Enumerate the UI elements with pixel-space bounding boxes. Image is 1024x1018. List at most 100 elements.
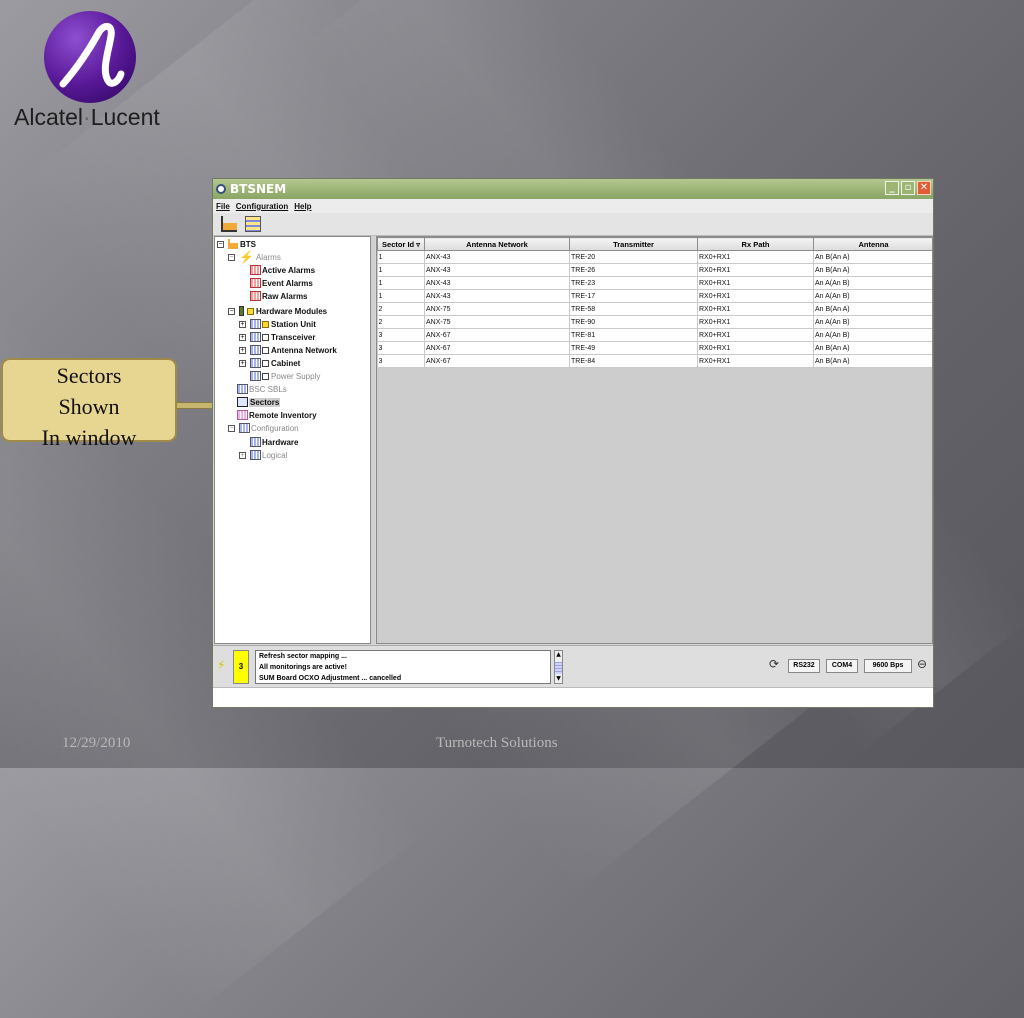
table-row[interactable]: 2 ANX-75 TRE-90 RX0+RX1 An A(An B) [377,315,932,329]
table-cell: RX0+RX1 [697,250,814,264]
maximize-button[interactable]: ▫ [901,181,915,195]
collapse-icon[interactable]: − [228,253,235,261]
grid-icon [250,291,261,301]
scroll-up-icon[interactable]: ▲ [555,651,562,659]
tree-item-bts[interactable]: − BTS [217,238,256,250]
tree-item-logical[interactable]: + Logical [239,449,287,461]
table-cell: RX0+RX1 [697,328,814,342]
grid-icon [250,358,261,368]
table-cell: An B(An A) [813,354,932,368]
tree-item-antenna-network[interactable]: + Antenna Network [239,344,337,356]
expand-icon[interactable]: + [239,359,246,367]
collapse-icon[interactable]: − [217,240,224,248]
close-button[interactable]: ✕ [917,181,931,195]
table-cell: TRE-26 [569,263,698,277]
log-line: Refresh sector mapping ... [259,653,347,660]
tree-item-hardware[interactable]: Hardware [250,436,298,448]
scroll-down-icon[interactable]: ▼ [555,675,562,683]
tree-item-cabinet[interactable]: + Cabinet [239,357,300,369]
table-row[interactable]: 3 ANX-67 TRE-84 RX0+RX1 An B(An A) [377,354,932,368]
table-cell: An A(An B) [813,315,932,329]
sectors-icon [237,397,248,407]
alarm-count-badge[interactable]: 3 [233,650,249,684]
expand-icon[interactable]: + [239,451,246,459]
tree-item-transceiver[interactable]: + Transceiver [239,331,315,343]
expand-icon[interactable]: + [239,333,246,341]
expand-icon[interactable]: + [239,346,246,354]
column-header-antenna-network[interactable]: Antenna Network [424,237,570,251]
status-box-icon [262,372,269,380]
app-icon [216,184,226,194]
column-header-transmitter[interactable]: Transmitter [569,237,698,251]
tree-item-raw-alarms[interactable]: Raw Alarms [250,290,308,302]
table-cell: 1 [377,263,425,277]
table-row[interactable]: 1 ANX-43 TRE-20 RX0+RX1 An B(An A) [377,250,932,264]
table-cell: TRE-81 [569,328,698,342]
tree-item-station-unit[interactable]: + Station Unit [239,318,316,330]
tree-item-hardware-modules[interactable]: − Hardware Modules [228,305,327,317]
table-cell: 1 [377,276,425,290]
status-bar: ⚡ 3 Refresh sector mapping ... All monit… [213,645,933,688]
table-header-row: Sector Id ▿ Antenna Network Transmitter … [377,237,932,251]
sectors-callout: Sectors Shown In window [1,358,177,450]
table-cell: 1 [377,289,425,303]
callout-line-1: Sectors [56,363,122,388]
table-cell: RX0+RX1 [697,276,814,290]
tree-item-alarms[interactable]: − ⚡ Alarms [228,250,281,264]
table-cell: TRE-84 [569,354,698,368]
table-row[interactable]: 1 ANX-43 TRE-26 RX0+RX1 An B(An A) [377,263,932,277]
menu-file[interactable]: File [216,202,230,211]
navigation-tree: − BTS − ⚡ Alarms Active Alarms Event Ala… [214,236,371,644]
toolbar [213,213,933,236]
tree-item-active-alarms[interactable]: Active Alarms [250,264,315,276]
window-title: BTSNEM [230,182,287,196]
message-log: Refresh sector mapping ... All monitorin… [255,650,551,684]
tree-item-sectors[interactable]: Sectors [237,396,281,408]
status-box-icon [247,307,254,315]
tree-item-bsc-sbls[interactable]: BSC SBLs [237,383,287,395]
table-row[interactable]: 1 ANX-43 TRE-17 RX0+RX1 An A(An B) [377,289,932,303]
grid-icon [250,345,261,355]
tree-item-remote-inventory[interactable]: Remote Inventory [237,409,317,421]
table-cell: 3 [377,354,425,368]
table-cell: An A(An B) [813,289,932,303]
tree-item-power-supply[interactable]: Power Supply [250,370,320,382]
logo-wordmark: Alcatel·Lucent [14,104,160,130]
sort-icon: ▿ [416,239,420,249]
tree-item-event-alarms[interactable]: Event Alarms [250,277,313,289]
grid-icon [250,332,261,342]
config-tool-icon[interactable] [245,216,261,232]
table-row[interactable]: 3 ANX-67 TRE-49 RX0+RX1 An B(An A) [377,341,932,355]
menu-help[interactable]: Help [294,202,311,211]
table-cell: 1 [377,250,425,264]
link-icon[interactable]: ⊖ [917,657,927,671]
btsnem-window: BTSNEM _ ▫ ✕ File Configuration Help − B… [212,178,934,708]
tree-item-configuration[interactable]: − Configuration [228,422,299,434]
split-pane-divider[interactable] [371,236,375,644]
window-bottom-strip [213,687,933,707]
hardware-icon [239,306,244,316]
table-cell: An A(An B) [813,328,932,342]
table-cell: 3 [377,341,425,355]
scroll-thumb[interactable] [555,662,562,674]
column-header-sector-id[interactable]: Sector Id ▿ [377,237,425,251]
table-cell: ANX-43 [424,276,570,290]
table-row[interactable]: 1 ANX-43 TRE-23 RX0+RX1 An A(An B) [377,276,932,290]
table-row[interactable]: 2 ANX-75 TRE-58 RX0+RX1 An B(An A) [377,302,932,316]
connection-refresh-icon[interactable]: ⟳ [769,657,779,671]
alarm-bolt-icon: ⚡ [239,250,254,264]
table-cell: RX0+RX1 [697,302,814,316]
table-cell: TRE-49 [569,341,698,355]
expand-icon[interactable]: + [239,320,246,328]
column-header-rx-path[interactable]: Rx Path [697,237,814,251]
minimize-button[interactable]: _ [885,181,899,195]
column-header-antenna[interactable]: Antenna [813,237,932,251]
title-bar[interactable]: BTSNEM _ ▫ ✕ [213,179,933,199]
collapse-icon[interactable]: − [228,307,235,315]
bts-tool-icon[interactable] [221,216,237,232]
grid-icon [250,278,261,288]
menu-configuration[interactable]: Configuration [236,202,288,211]
collapse-icon[interactable]: − [228,424,235,432]
table-row[interactable]: 3 ANX-67 TRE-81 RX0+RX1 An A(An B) [377,328,932,342]
log-scrollbar[interactable]: ▲ ▼ [554,650,563,684]
